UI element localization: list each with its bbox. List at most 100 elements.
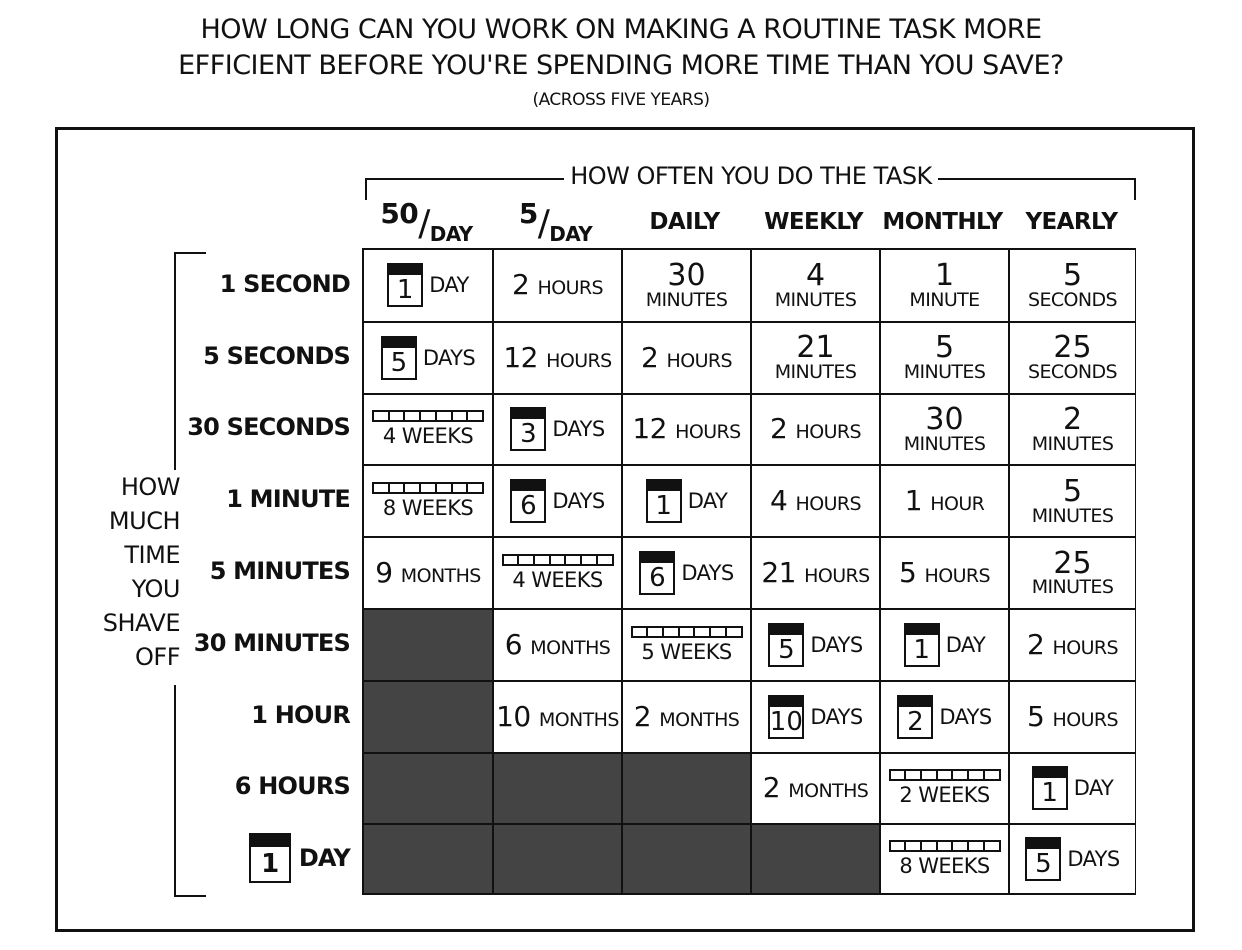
calendar-icon-header: [899, 696, 932, 707]
value-stacked: 5 MINUTES: [1031, 477, 1114, 527]
calendar-icon: 1: [903, 622, 940, 667]
calendar-icon: 1: [1031, 766, 1068, 811]
calendar-icon-header: [641, 553, 674, 564]
table-cell-empty: [364, 753, 492, 824]
value-text: 8 WEEKS: [382, 496, 474, 521]
calendar-icon-number: 1: [261, 849, 279, 880]
row-label: 30 MINUTES: [193, 628, 351, 657]
calendar-icon-number: 1: [655, 491, 672, 522]
week-strip-day: [390, 484, 406, 493]
table-cell-empty: [623, 825, 750, 894]
calendar-icon-header: [905, 624, 938, 635]
value-number: 5: [934, 330, 955, 366]
value-text: 2 WEEKS: [899, 783, 990, 808]
column-header-slash: /: [537, 203, 550, 244]
row-label: 6 HOURS: [234, 772, 351, 801]
value-calendar: 6 DAYS: [510, 479, 605, 524]
calendar-icon: 1: [248, 833, 291, 884]
value-weeks: 4 WEEKS: [372, 410, 484, 448]
value-number: 21: [796, 330, 835, 366]
week-strip-day: [582, 556, 598, 565]
table-cell: 1 DAY: [881, 610, 1008, 680]
value-calendar: 10 DAYS: [768, 694, 863, 739]
week-strip-day: [405, 484, 422, 493]
table-cell: 2 MINUTES: [1010, 394, 1135, 465]
week-strip-day: [695, 627, 712, 636]
value-unit: DAYS: [552, 417, 605, 442]
week-strip-day: [664, 627, 680, 636]
calendar-icon-header: [1033, 768, 1066, 779]
value-stacked: 25 SECONDS: [1028, 333, 1118, 381]
value-unit: MINUTE: [909, 288, 980, 311]
calendar-icon-number: 1: [1041, 778, 1058, 809]
week-strip-day: [421, 484, 437, 493]
week-strip-day: [648, 627, 664, 636]
value-unit: DAY: [687, 489, 728, 514]
value-inline: 10 MONTHS: [496, 702, 620, 731]
value-weeks: 2 WEEKS: [888, 769, 1001, 808]
calendar-icon-header: [770, 696, 803, 707]
calendar-icon-number: 1: [913, 634, 930, 665]
week-strip-day: [922, 842, 938, 851]
value-unit: MINUTES: [1031, 576, 1114, 599]
value-unit: HOURS: [795, 493, 862, 516]
value-unit: MINUTES: [1031, 504, 1114, 527]
value-number: 1: [904, 484, 931, 518]
value-unit: MONTHS: [659, 708, 740, 731]
value-number: 5: [1062, 258, 1083, 294]
row-label: 1 SECOND: [219, 269, 351, 298]
table-cell: 5 DAYS: [752, 610, 879, 680]
value-number: 30: [667, 258, 706, 294]
value-stacked: 30 MINUTES: [646, 258, 728, 309]
value-number: 2: [641, 340, 667, 374]
value-number: 9: [375, 556, 401, 590]
week-strip-day: [405, 412, 422, 421]
value-calendar: 1 DAY: [1031, 766, 1114, 811]
value-unit: MINUTES: [1031, 432, 1114, 455]
value-stacked: 5 SECONDS: [1028, 258, 1118, 309]
table-cell: 2 DAYS: [881, 681, 1008, 752]
value-unit: MONTHS: [538, 708, 620, 731]
week-strip-day: [504, 556, 520, 565]
value-stacked: 30 MINUTES: [904, 405, 986, 453]
value-unit: HOURS: [924, 565, 991, 588]
table-cell: 12 HOURS: [623, 394, 750, 465]
value-inline: 1 HOUR: [904, 484, 985, 518]
value-unit: MONTHS: [400, 565, 482, 588]
calendar-icon-number: 10: [769, 706, 803, 737]
week-strip-day: [566, 556, 583, 565]
row-label: 5 SECONDS: [203, 341, 351, 370]
week-strip-day: [598, 556, 612, 564]
table-cell: 25 SECONDS: [1010, 322, 1135, 393]
table-cell-empty: [364, 825, 492, 894]
calendar-icon-header: [389, 265, 422, 276]
week-strip-day: [969, 842, 985, 851]
table-cell: 10 MONTHS: [494, 681, 621, 752]
table-cell-empty: [494, 825, 621, 894]
calendar-icon: 5: [380, 335, 417, 380]
calendar-icon-header: [250, 835, 289, 848]
week-strip-day: [551, 556, 567, 565]
value-text: 4 WEEKS: [512, 568, 603, 593]
week-strip-day: [374, 484, 390, 493]
week-strip-day: [390, 412, 406, 421]
table-cell: 5 DAYS: [1010, 825, 1135, 894]
value-weeks: 8 WEEKS: [372, 482, 484, 520]
column-header: MONTHLY: [882, 209, 1003, 235]
value-calendar: 1 DAY: [645, 479, 728, 524]
value-weeks: 4 WEEKS: [501, 554, 614, 593]
week-strip-day: [535, 556, 551, 565]
value-number: 2: [762, 771, 789, 805]
value-text: 8 WEEKS: [899, 854, 990, 879]
value-stacked: 5 MINUTES: [904, 330, 986, 381]
value-inline: 5 HOURS: [899, 559, 991, 588]
row-label: 1 HOUR: [251, 700, 351, 729]
week-strip-day: [938, 842, 954, 851]
week-strip-day: [906, 771, 922, 780]
value-unit: HOURS: [546, 349, 612, 372]
table-cell: 12 HOURS: [494, 322, 621, 393]
week-strip-icon: [888, 769, 1001, 782]
value-inline: 12 HOURS: [503, 343, 612, 372]
value-inline: 2 MONTHS: [634, 702, 740, 731]
week-strip-day: [680, 627, 696, 636]
